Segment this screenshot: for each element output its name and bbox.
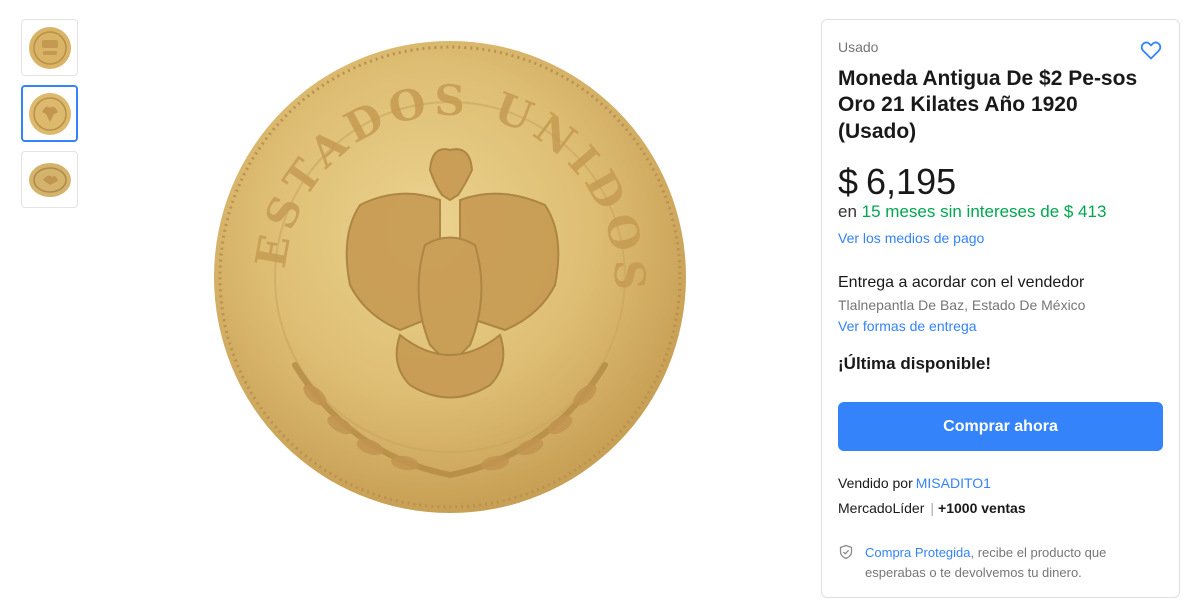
- seller-level: MercadoLíder: [838, 500, 925, 516]
- delivery-text: Entrega a acordar con el vendedor: [838, 274, 1085, 291]
- delivery-options-link[interactable]: Ver formas de entrega: [838, 318, 977, 334]
- payment-methods-link[interactable]: Ver los medios de pago: [838, 230, 984, 246]
- protected-purchase-link[interactable]: Compra Protegida: [865, 545, 971, 560]
- seller-separator: |: [930, 500, 935, 516]
- thumbnail-2[interactable]: [21, 85, 78, 142]
- product-title: Moneda Antigua De $2 Pe-sos Oro 21 Kilat…: [838, 67, 1138, 143]
- seller-prefix: Vendido por: [838, 475, 913, 491]
- stock-status: ¡Última disponible!: [838, 354, 991, 373]
- price: $6,195: [838, 161, 956, 203]
- product-info-panel: Usado Moneda Antigua De $2 Pe-sos Oro 21…: [821, 19, 1180, 598]
- coin-angle-thumbnail-icon: [28, 162, 71, 197]
- installments-text: 15 meses sin intereses de $ 413: [861, 202, 1107, 221]
- heart-icon[interactable]: [1139, 38, 1163, 62]
- seller-info: Vendido por MISADITO1: [838, 475, 991, 491]
- image-thumbnails: [21, 19, 78, 217]
- seller-name-link[interactable]: MISADITO1: [916, 475, 991, 491]
- seller-location: Tlalnepantla De Baz, Estado De México: [838, 297, 1086, 313]
- gold-coin-image: ESTADOS UNIDOS MEXICANOS: [174, 0, 686, 513]
- seller-sales: +1000 ventas: [938, 500, 1026, 516]
- buy-now-button[interactable]: Comprar ahora: [838, 402, 1163, 451]
- main-product-image[interactable]: ESTADOS UNIDOS MEXICANOS: [174, 0, 700, 525]
- thumbnail-1[interactable]: [21, 19, 78, 76]
- shield-check-icon: [838, 544, 854, 560]
- coin-eagle-thumbnail-icon: [28, 92, 71, 135]
- purchase-protection: Compra Protegida, recibe el producto que…: [865, 543, 1165, 582]
- coin-front-thumbnail-icon: [28, 26, 71, 69]
- thumbnail-3[interactable]: [21, 151, 78, 208]
- seller-reputation: MercadoLíder | +1000 ventas: [838, 500, 1026, 516]
- price-currency: $: [838, 161, 859, 202]
- installments: en 15 meses sin intereses de $ 413: [838, 202, 1106, 222]
- price-amount: 6,195: [866, 161, 957, 202]
- installments-prefix: en: [838, 202, 857, 221]
- condition-label: Usado: [838, 39, 879, 55]
